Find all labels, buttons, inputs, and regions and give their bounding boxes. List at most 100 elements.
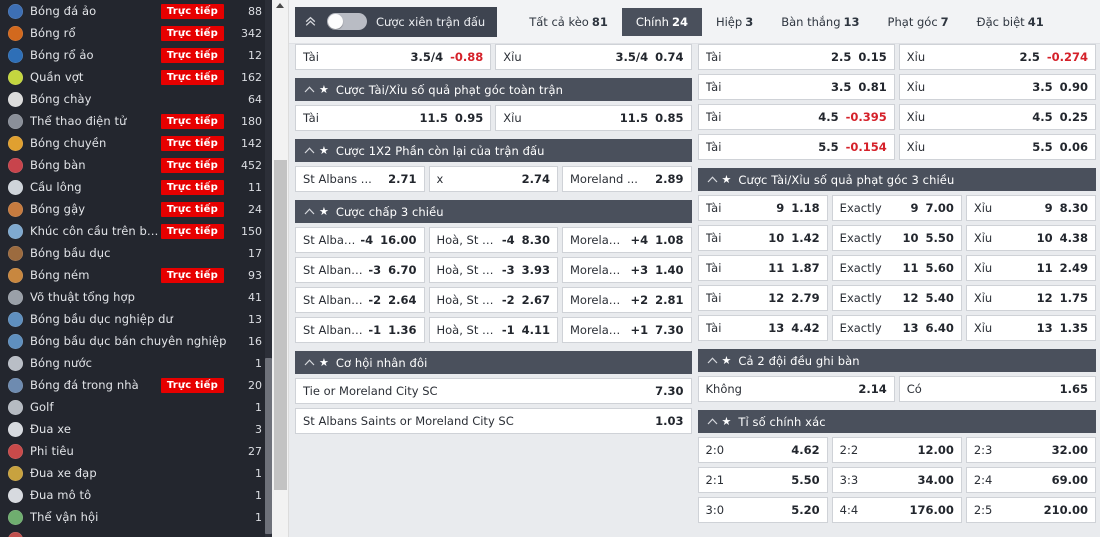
odds-button[interactable]: Xỉu 2.5 -0.274 — [898, 44, 1096, 70]
chevron-up-icon[interactable] — [303, 146, 316, 155]
sidebar-item[interactable]: Thể thao điện tử Trực tiếp 180 — [0, 110, 272, 132]
sidebar-item[interactable]: Bóng nước 1 — [0, 352, 272, 374]
sidebar-item[interactable]: Bóng ném Trực tiếp 93 — [0, 264, 272, 286]
sidebar-item[interactable]: Golf 1 — [0, 396, 272, 418]
market-section-header[interactable]: ★ Cả 2 đội đều ghi bàn — [697, 349, 1096, 372]
sidebar-item[interactable]: Thể vận hội 1 — [0, 506, 272, 528]
favorite-star-icon[interactable]: ★ — [319, 206, 329, 217]
odds-button[interactable]: Exactly 13 6.40 — [831, 315, 962, 341]
chevron-up-icon[interactable] — [303, 207, 316, 216]
sidebar-item[interactable]: Bóng bầu dục nghiệp dư 13 — [0, 308, 272, 330]
odds-button[interactable]: St Albans ...-4 16.00 — [295, 227, 425, 253]
odds-button[interactable]: Xỉu 5.5 0.06 — [898, 134, 1096, 160]
favorite-star-icon[interactable]: ★ — [319, 84, 329, 95]
scroll-up-arrow-icon[interactable] — [276, 3, 284, 8]
market-section-header[interactable]: ★ Cược Tài/Xỉu số quả phạt góc 3 chiều — [697, 168, 1096, 191]
odds-button[interactable]: 2:2 12.00 — [831, 437, 962, 463]
sidebar-item[interactable]: Bóng bầu dục bán chuyên nghiệp 16 — [0, 330, 272, 352]
odds-button[interactable]: Exactly 10 5.50 — [831, 225, 962, 251]
sidebar-item[interactable]: Bóng gậy Trực tiếp 24 — [0, 198, 272, 220]
odds-button[interactable]: St Albans S... -2 2.64 — [295, 287, 425, 313]
sidebar-item[interactable]: Khúc côn cầu trên băng Trực tiếp 150 — [0, 220, 272, 242]
odds-button[interactable]: Hoà, St Alb...-2 2.67 — [428, 287, 558, 313]
sidebar-item[interactable]: Đua xe đạp 1 — [0, 462, 272, 484]
odds-button[interactable]: Exactly 11 5.60 — [831, 255, 962, 281]
odds-button[interactable]: Tài 10 1.42 — [697, 225, 828, 251]
favorite-star-icon[interactable]: ★ — [722, 416, 732, 427]
sidebar-item[interactable]: Bóng bàn Trực tiếp 452 — [0, 154, 272, 176]
odds-button[interactable]: St Albans ... 2.71 — [295, 166, 425, 192]
odds-button[interactable]: St Albans Saints or Moreland City SC 1.03 — [295, 408, 692, 434]
sidebar-item[interactable]: Võ thuật tổng hợp 41 — [0, 286, 272, 308]
page-scrollbar-thumb[interactable] — [274, 160, 287, 490]
chevron-up-icon[interactable] — [706, 175, 719, 184]
odds-button[interactable]: 3:3 34.00 — [831, 467, 962, 493]
odds-button[interactable]: Xỉu 12 1.75 — [965, 285, 1097, 311]
odds-button[interactable]: Exactly 12 5.40 — [831, 285, 962, 311]
odds-button[interactable]: 3:0 5.20 — [697, 497, 828, 523]
odds-button[interactable]: Tài 2.5 0.15 — [697, 44, 895, 70]
sidebar-item[interactable]: Phi tiêu 27 — [0, 440, 272, 462]
parlay-toggle-group[interactable]: Cược xiên trận đấu — [295, 6, 498, 37]
chevron-up-icon[interactable] — [303, 358, 316, 367]
tab-0[interactable]: Tất cả kèo 81 — [515, 8, 622, 36]
odds-button[interactable]: Tie or Moreland City SC 7.30 — [295, 378, 692, 404]
market-section-header[interactable]: ★ Cơ hội nhân đôi — [295, 351, 692, 374]
odds-button[interactable]: 2:4 69.00 — [965, 467, 1097, 493]
sidebar-item[interactable]: Đua mô tô 1 — [0, 484, 272, 506]
odds-button[interactable]: Tài 9 1.18 — [697, 195, 828, 221]
market-section-header[interactable]: ★ Cược 1X2 Phần còn lại của trận đấu — [295, 139, 692, 162]
odds-button[interactable]: Xỉu 3.5 0.90 — [898, 74, 1096, 100]
odds-button[interactable]: Hoà, St Alb...-4 8.30 — [428, 227, 558, 253]
odds-button[interactable]: St Albans S... -3 6.70 — [295, 257, 425, 283]
odds-button[interactable]: 4:4 176.00 — [831, 497, 962, 523]
odds-button[interactable]: Tài 5.5 -0.154 — [697, 134, 895, 160]
sidebar-scrollbar[interactable] — [265, 0, 272, 537]
favorite-star-icon[interactable]: ★ — [722, 174, 732, 185]
odds-button[interactable]: x 2.74 — [428, 166, 558, 192]
odds-button[interactable]: Tài 11 1.87 — [697, 255, 828, 281]
odds-button[interactable]: Xỉu 4.5 0.25 — [898, 104, 1096, 130]
chevron-up-icon[interactable] — [706, 356, 719, 365]
odds-button[interactable]: Tài 3.5/4 -0.88 — [295, 44, 492, 70]
sidebar-item[interactable]: Đua xe 3 — [0, 418, 272, 440]
odds-button[interactable]: 2:3 32.00 — [965, 437, 1097, 463]
odds-button[interactable]: Xỉu 10 4.38 — [965, 225, 1097, 251]
sidebar-item[interactable]: Bóng rổ Trực tiếp 342 — [0, 22, 272, 44]
tab-2[interactable]: Hiệp 3 — [702, 8, 767, 36]
odds-button[interactable]: Tài 11.5 0.95 — [295, 105, 492, 131]
odds-button[interactable]: Hoà, St Alb...-3 3.93 — [428, 257, 558, 283]
tab-5[interactable]: Đặc biệt 41 — [963, 8, 1058, 36]
odds-button[interactable]: St Albans S... -1 1.36 — [295, 317, 425, 343]
odds-button[interactable]: Có 1.65 — [898, 376, 1096, 402]
sidebar-item[interactable]: Cầu lông Trực tiếp 11 — [0, 176, 272, 198]
odds-button[interactable]: 2:0 4.62 — [697, 437, 828, 463]
favorite-star-icon[interactable]: ★ — [722, 355, 732, 366]
sidebar-item[interactable]: Bóng đá ảo Trực tiếp 88 — [0, 0, 272, 22]
market-section-header[interactable]: ★ Cược chấp 3 chiều — [295, 200, 692, 223]
odds-button[interactable]: Xỉu 9 8.30 — [965, 195, 1097, 221]
favorite-star-icon[interactable]: ★ — [319, 357, 329, 368]
chevron-double-up-icon[interactable] — [299, 9, 321, 35]
odds-button[interactable]: 2:5 210.00 — [965, 497, 1097, 523]
market-section-header[interactable]: ★ Cược Tài/Xỉu số quả phạt góc toàn trận — [295, 78, 692, 101]
sidebar-item[interactable]: Bóng đá trong nhà Trực tiếp 20 — [0, 374, 272, 396]
favorite-star-icon[interactable]: ★ — [319, 145, 329, 156]
sidebar-item[interactable]: Bóng bầu dục 17 — [0, 242, 272, 264]
parlay-toggle-switch[interactable] — [327, 13, 367, 30]
odds-button[interactable]: Moreland ... +2 2.81 — [562, 287, 692, 313]
chevron-up-icon[interactable] — [303, 85, 316, 94]
page-scrollbar[interactable] — [272, 0, 289, 537]
odds-button[interactable]: 2:1 5.50 — [697, 467, 828, 493]
sidebar-item[interactable]: Quần vợt Trực tiếp 162 — [0, 66, 272, 88]
sidebar-item[interactable] — [0, 528, 272, 537]
odds-button[interactable]: Moreland ... +1 7.30 — [562, 317, 692, 343]
tab-4[interactable]: Phạt góc 7 — [874, 8, 963, 36]
odds-button[interactable]: Xỉu 11.5 0.85 — [495, 105, 692, 131]
chevron-up-icon[interactable] — [706, 417, 719, 426]
odds-button[interactable]: Không 2.14 — [697, 376, 895, 402]
tab-1[interactable]: Chính 24 — [621, 7, 702, 36]
sidebar-scrollbar-thumb[interactable] — [265, 358, 272, 534]
odds-button[interactable]: Moreland ... 2.89 — [562, 166, 692, 192]
tab-3[interactable]: Bàn thắng 13 — [767, 8, 873, 36]
